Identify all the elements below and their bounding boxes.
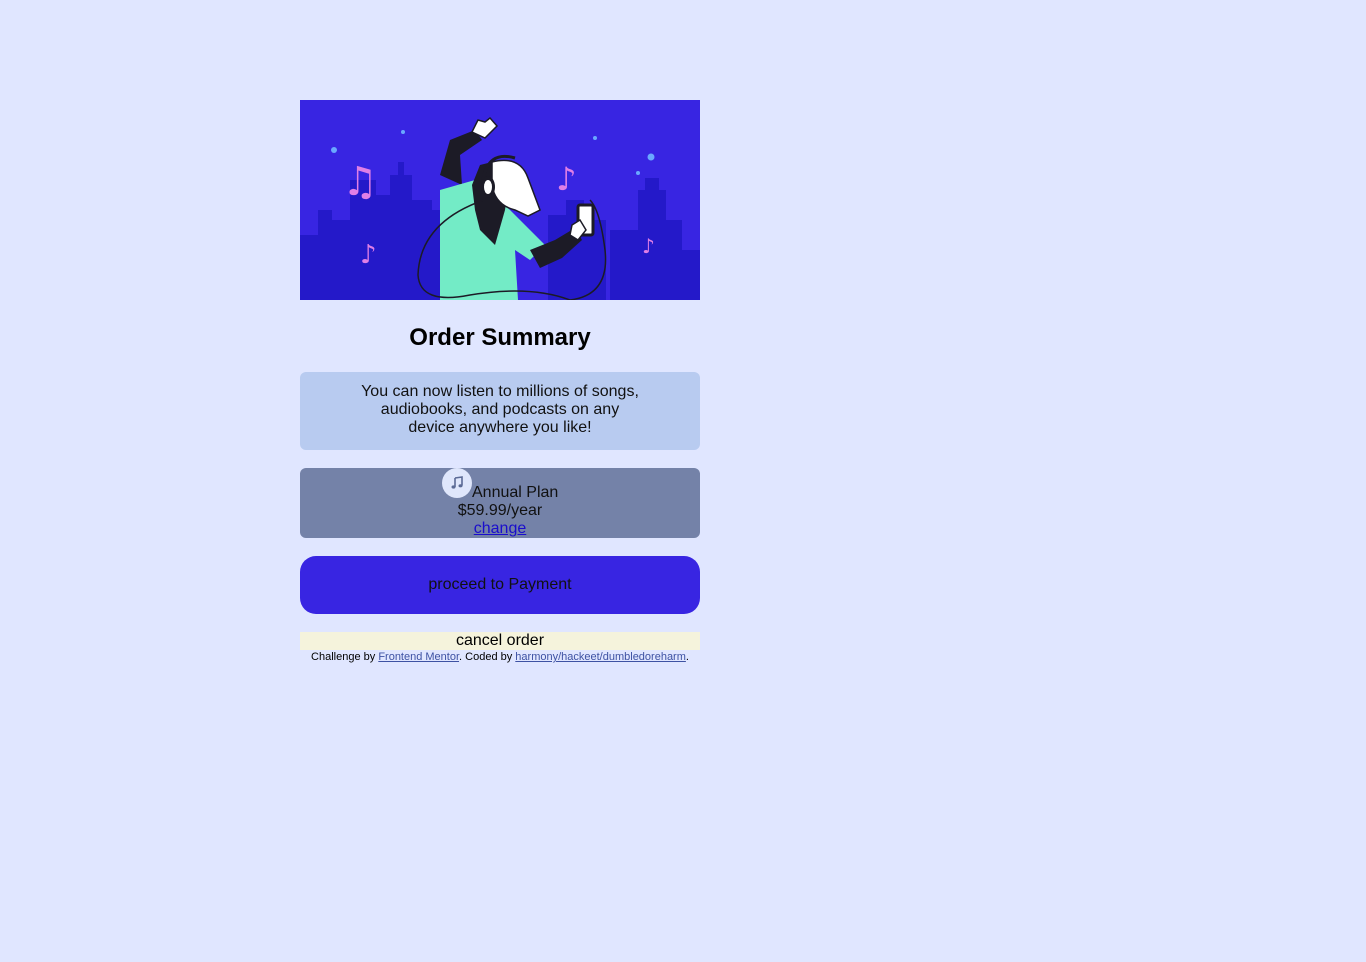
change-plan-wrapper: change bbox=[300, 520, 700, 538]
plan-price: $59.99/year bbox=[457, 502, 543, 519]
frontend-mentor-link[interactable]: Frontend Mentor bbox=[378, 651, 459, 663]
description-line: You can now listen to millions of songs, bbox=[361, 383, 639, 400]
plan-box: Annual Plan $59.99/year change bbox=[300, 468, 700, 538]
proceed-to-payment-button[interactable]: proceed to Payment bbox=[300, 556, 700, 614]
svg-text:♪: ♪ bbox=[360, 240, 377, 270]
svg-text:♪: ♪ bbox=[556, 160, 576, 198]
description-line: audiobooks, and podcasts on any bbox=[380, 401, 620, 418]
author-link[interactable]: harmony/hackeet/dumbledoreharm bbox=[515, 651, 686, 663]
page-title: Order Summary bbox=[409, 324, 591, 351]
plan-description: You can now listen to millions of songs,… bbox=[300, 372, 700, 450]
attribution-middle: . Coded by bbox=[459, 651, 516, 663]
order-summary-card: ♫ ♪ ♪ ♪ Order Summary You can now listen… bbox=[300, 100, 700, 664]
change-plan-link[interactable]: change bbox=[474, 520, 527, 537]
cancel-order-button[interactable]: cancel order bbox=[300, 632, 700, 650]
description-line: device anywhere you like! bbox=[408, 419, 592, 436]
attribution-prefix: Challenge by bbox=[311, 651, 379, 663]
attribution-suffix: . bbox=[685, 651, 689, 663]
svg-text:♪: ♪ bbox=[642, 234, 655, 258]
attribution: Challenge by Frontend Mentor. Coded by h… bbox=[300, 650, 700, 664]
hero-illustration: ♫ ♪ ♪ ♪ bbox=[300, 100, 700, 300]
music-note-icon bbox=[442, 468, 472, 498]
svg-text:♫: ♫ bbox=[342, 159, 378, 205]
plan-name: Annual Plan bbox=[472, 484, 559, 501]
